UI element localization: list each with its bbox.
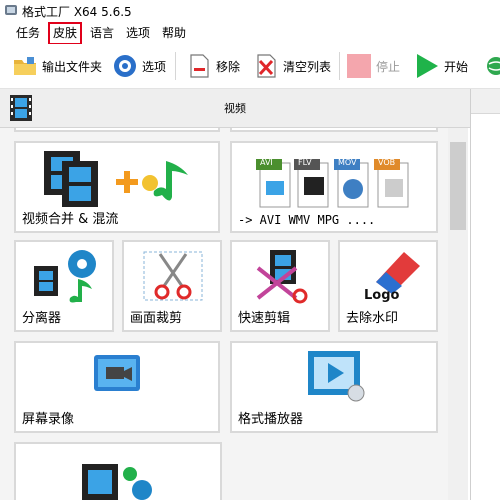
merge-mix-label: 视频合并 & 混流 [22,212,119,227]
menu-help[interactable]: 帮助 [160,25,188,42]
menu-options[interactable]: 选项 [124,25,152,42]
crop-scissors-icon [143,251,203,301]
task-list-pane [470,89,500,500]
task-list-header [471,89,500,114]
toolbar-separator [175,52,176,80]
player-icon [308,351,365,402]
tile-partial[interactable] [230,128,438,132]
tile-player[interactable]: 格式播放器 [230,341,438,433]
player-label: 格式播放器 [238,412,304,427]
menu-skin[interactable]: 皮肤 [47,22,83,45]
clear-list-button[interactable]: 清空列表 [253,50,331,82]
clear-list-icon [257,54,276,78]
format-convert-label: -> AVI WMV MPG .... [238,213,376,227]
menu-bar: 任务 皮肤 语言 选项 帮助 [0,22,500,45]
quick-clip-label: 快速剪辑 [238,311,291,326]
remove-watermark-label: 去除水印 [346,311,399,326]
tile-partial-bottom[interactable] [14,442,222,500]
separator-icon [34,250,96,303]
globe-icon[interactable] [486,56,500,76]
options-button[interactable]: 选项 [112,50,166,82]
format-badges-icon [256,159,409,208]
folder-icon [14,57,36,75]
menu-language[interactable]: 语言 [88,25,116,42]
remove-button[interactable]: 移除 [186,50,240,82]
tile-separator[interactable]: 分离器 [14,240,114,332]
app-icon [5,5,17,15]
stop-icon [347,54,371,78]
tile-remove-watermark[interactable]: Logo 去除水印 [338,240,438,332]
tile-format-convert[interactable]: AVI FLV MOV VOB -> AVI WMV MPG .... [230,141,438,233]
output-folder-button[interactable]: 输出文件夹 [12,50,102,82]
vertical-scrollbar[interactable] [448,128,468,500]
video-tools-icon [82,464,152,500]
video-section-header[interactable]: 视频 [0,89,470,128]
stop-button[interactable]: 停止 [346,50,400,82]
merge-mix-icon [44,151,188,207]
tile-crop[interactable]: 画面裁剪 [122,240,222,332]
title-bar: 格式工厂 X64 5.6.5 [0,0,500,22]
remove-icon [190,54,209,78]
scrollbar-thumb[interactable] [450,142,466,230]
tile-quick-clip[interactable]: 快速剪辑 [230,240,330,332]
quick-clip-icon [256,250,308,304]
tile-merge-mix[interactable]: 视频合并 & 混流 [14,141,220,233]
start-button[interactable]: 开始 [414,50,468,82]
logo-text: Logo [364,288,400,303]
window-title: 格式工厂 X64 5.6.5 [22,5,132,19]
section-title: 视频 [224,102,246,115]
toolbar-separator [339,52,340,80]
screen-record-icon [94,355,140,391]
options-icon [114,55,136,77]
menu-task[interactable]: 任务 [14,25,42,42]
play-icon [417,54,438,78]
tile-screen-record[interactable]: 屏幕录像 [14,341,220,433]
separator-label: 分离器 [22,311,62,326]
toolbar: 输出文件夹 选项 移除 清空列表 停止 开始 [0,44,500,89]
crop-label: 画面裁剪 [130,311,183,326]
screen-record-label: 屏幕录像 [22,412,75,427]
video-tools-grid: 视频合并 & 混流 AVI FLV MOV VOB -> AVI WMV MPG… [0,128,448,500]
tile-partial[interactable] [14,128,220,132]
